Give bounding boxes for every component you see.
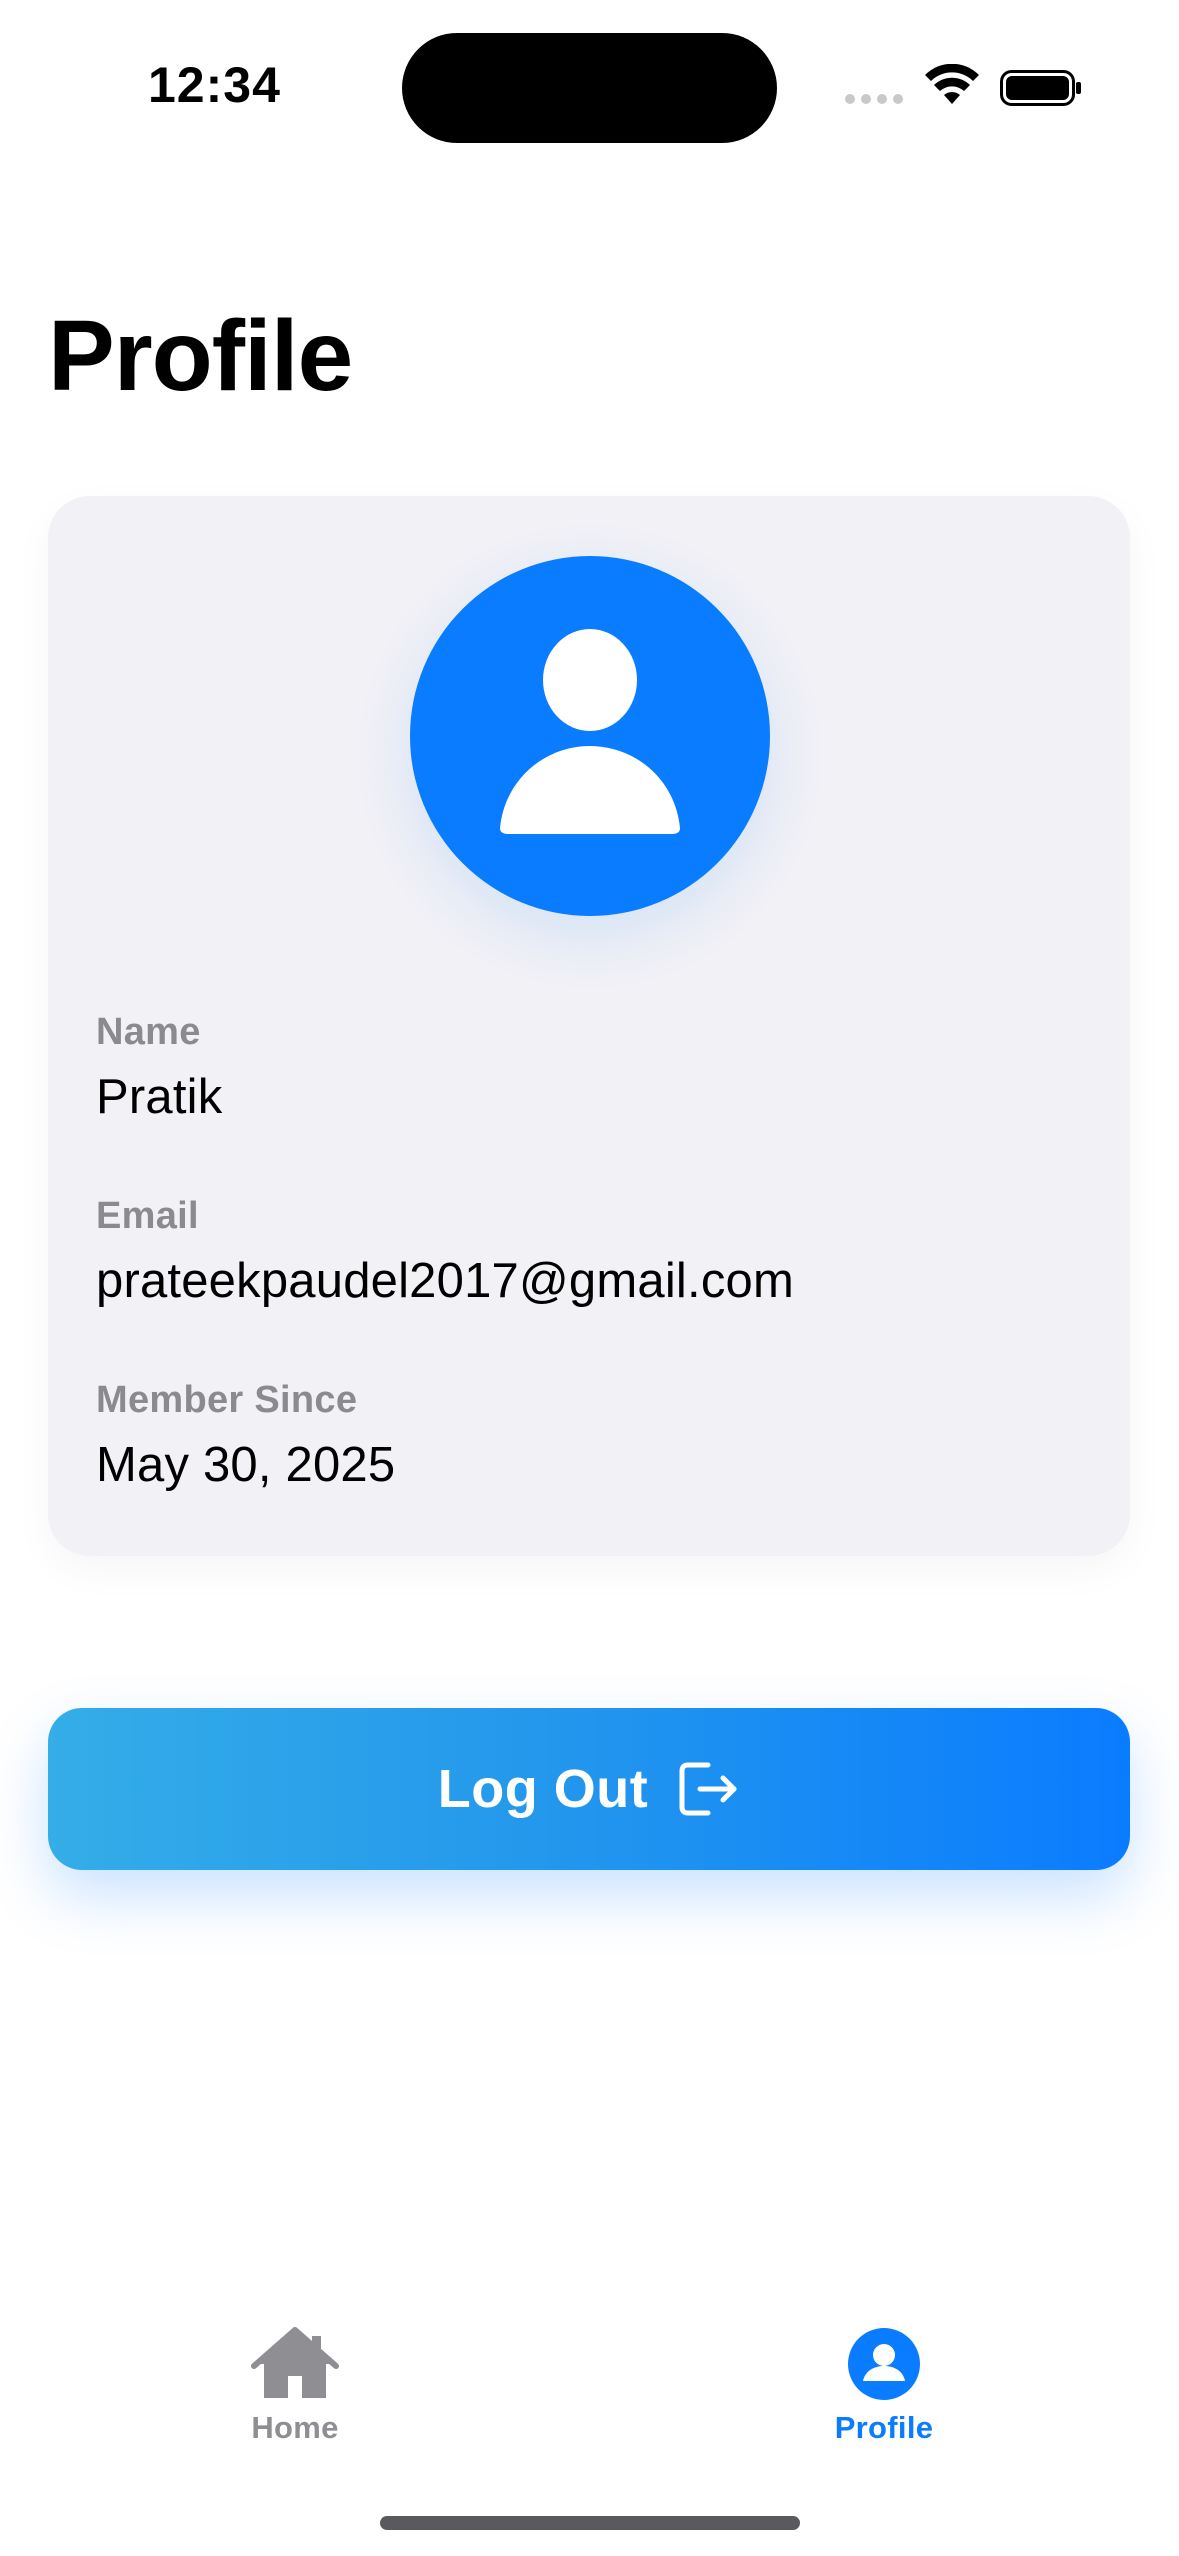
name-label: Name <box>96 1011 201 1053</box>
tab-home[interactable]: Home <box>175 2324 415 2446</box>
logout-label: Log Out <box>437 1759 649 1819</box>
logout-icon <box>679 1762 737 1816</box>
name-field: Name Pratik <box>96 1010 222 1126</box>
email-label: Email <box>96 1195 199 1237</box>
member-since-field: Member Since May 30, 2025 <box>96 1378 395 1494</box>
person-icon <box>500 629 680 834</box>
cellular-signal-icon <box>845 94 903 104</box>
wifi-icon <box>925 64 979 104</box>
tab-profile[interactable]: Profile <box>764 2324 1004 2446</box>
tab-profile-label: Profile <box>834 2410 934 2445</box>
avatar <box>410 556 770 916</box>
member-since-value: May 30, 2025 <box>96 1437 396 1492</box>
tab-home-label: Home <box>251 2410 339 2445</box>
status-bar: 12:34 <box>0 0 1179 150</box>
member-since-label: Member Since <box>96 1379 358 1421</box>
status-time: 12:34 <box>148 57 281 113</box>
dynamic-island <box>402 33 777 143</box>
email-field: Email prateekpaudel2017@gmail.com <box>96 1194 794 1310</box>
person-circle-icon <box>848 2328 920 2400</box>
email-value: prateekpaudel2017@gmail.com <box>96 1253 795 1308</box>
house-icon <box>251 2327 339 2398</box>
name-value: Pratik <box>96 1069 223 1124</box>
logout-button[interactable]: Log Out <box>48 1708 1130 1870</box>
battery-icon <box>1000 70 1081 106</box>
profile-card: Name Pratik Email prateekpaudel2017@gmai… <box>48 496 1130 1556</box>
page-title: Profile <box>48 300 353 412</box>
home-indicator[interactable] <box>380 2516 800 2530</box>
